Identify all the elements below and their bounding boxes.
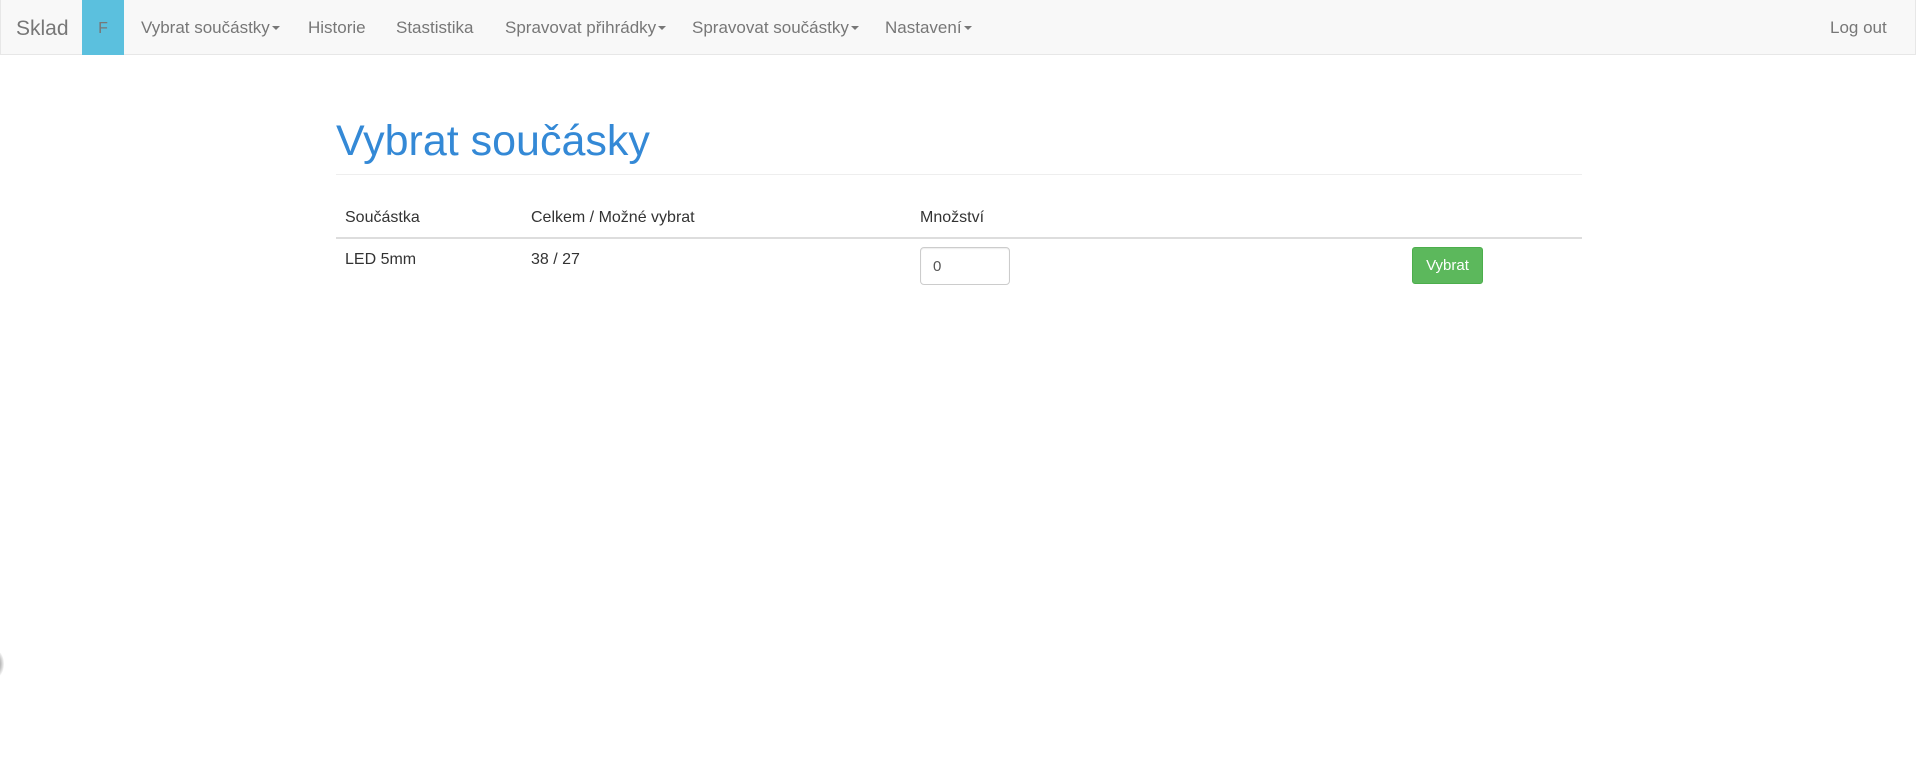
- edge-shadow: [0, 650, 4, 678]
- nav-label: Historie: [308, 18, 366, 37]
- nav-nastaveni[interactable]: Nastavení: [885, 0, 972, 55]
- column-header-totals: Celkem / Možné vybrat: [531, 209, 695, 226]
- caret-down-icon: [658, 25, 667, 30]
- caret-down-icon: [850, 25, 859, 30]
- nav-label: Vybrat součástky: [141, 18, 270, 37]
- caret-down-icon: [963, 25, 972, 30]
- nav-label: Nastavení: [885, 18, 962, 37]
- nav-label: Spravovat součástky: [692, 18, 849, 37]
- caret-down-icon: [271, 25, 280, 30]
- cell-totals: 38 / 27: [531, 251, 580, 268]
- quantity-input[interactable]: [920, 247, 1010, 285]
- column-header-part: Součástka: [345, 209, 420, 226]
- nav-spravovat-prihradky[interactable]: Spravovat přihrádky: [505, 0, 667, 55]
- user-badge[interactable]: F: [82, 0, 124, 55]
- table-header-divider: [336, 237, 1582, 239]
- page-title: Vybrat součásky: [336, 117, 650, 165]
- nav-label: Spravovat přihrádky: [505, 18, 657, 37]
- logout-link[interactable]: Log out: [1830, 0, 1887, 55]
- select-button[interactable]: Vybrat: [1412, 247, 1483, 284]
- title-divider: [336, 174, 1582, 175]
- top-navbar: Sklad F Vybrat součástky Historie Stasti…: [0, 0, 1916, 55]
- nav-label: Stastistika: [396, 18, 474, 37]
- brand-link[interactable]: Sklad: [16, 0, 69, 55]
- nav-vybrat-soucastky[interactable]: Vybrat součástky: [141, 0, 280, 55]
- cell-part: LED 5mm: [345, 251, 417, 268]
- nav-historie[interactable]: Historie: [308, 0, 366, 55]
- nav-spravovat-soucastky[interactable]: Spravovat součástky: [692, 0, 859, 55]
- column-header-quantity: Množství: [920, 209, 985, 226]
- nav-statistika[interactable]: Stastistika: [396, 0, 473, 55]
